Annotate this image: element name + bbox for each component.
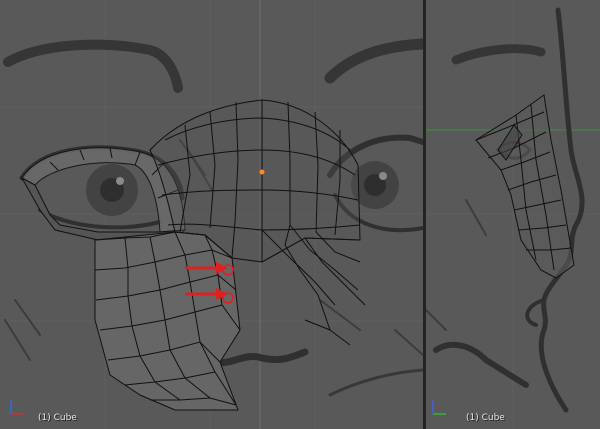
axis-gizmo-icon bbox=[432, 400, 446, 415]
blender-3d-editor: (1) Cube (1) Cube bbox=[0, 0, 600, 429]
front-viewport[interactable]: (1) Cube bbox=[0, 0, 423, 429]
side-viewport[interactable]: (1) Cube bbox=[426, 0, 600, 429]
active-object-label: (1) Cube bbox=[466, 413, 505, 423]
active-object-label: (1) Cube bbox=[38, 413, 77, 423]
front-viewport-canvas[interactable] bbox=[0, 0, 423, 429]
side-mesh bbox=[475, 94, 575, 279]
axis-gizmo-icon bbox=[10, 400, 24, 415]
side-viewport-canvas[interactable] bbox=[426, 0, 600, 429]
selected-vertex[interactable] bbox=[259, 169, 265, 175]
viewport-grid bbox=[426, 0, 600, 429]
